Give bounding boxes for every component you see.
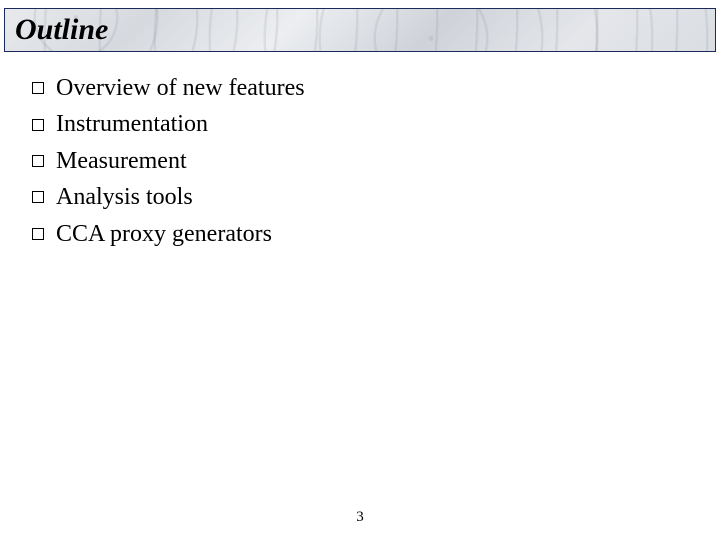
page-number: 3 (0, 509, 720, 526)
title-bar: Outline (4, 8, 716, 52)
bullet-text: Instrumentation (56, 108, 208, 140)
bullet-text: CCA proxy generators (56, 218, 272, 250)
square-bullet-icon (32, 82, 44, 94)
square-bullet-icon (32, 155, 44, 167)
square-bullet-icon (32, 119, 44, 131)
square-bullet-icon (32, 228, 44, 240)
list-item: Measurement (32, 145, 700, 177)
bullet-text: Overview of new features (56, 72, 305, 104)
slide-title: Outline (15, 13, 108, 47)
square-bullet-icon (32, 191, 44, 203)
bullet-text: Measurement (56, 145, 187, 177)
bullet-text: Analysis tools (56, 181, 193, 213)
list-item: Analysis tools (32, 181, 700, 213)
content-area: Overview of new features Instrumentation… (32, 72, 700, 254)
list-item: CCA proxy generators (32, 218, 700, 250)
list-item: Instrumentation (32, 108, 700, 140)
list-item: Overview of new features (32, 72, 700, 104)
